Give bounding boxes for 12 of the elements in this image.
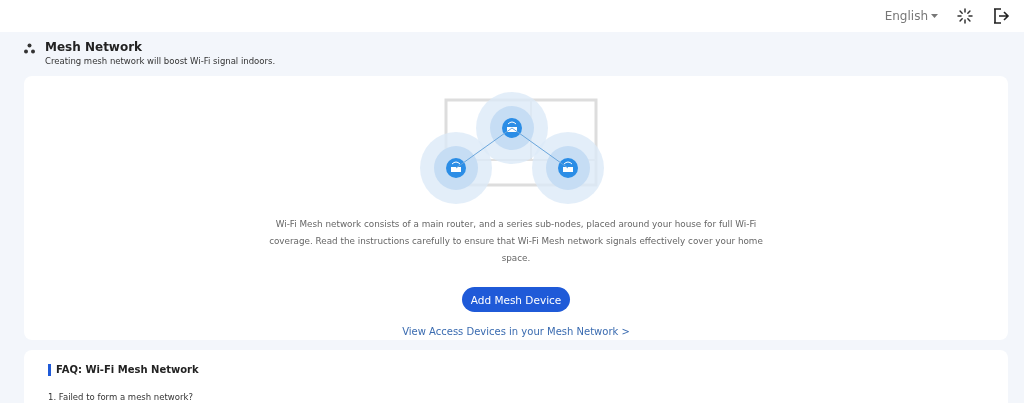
caret-icon [931, 14, 938, 18]
page-subtitle: Creating mesh network will boost Wi-Fi signal indoors. [45, 56, 276, 66]
logout-icon[interactable] [992, 7, 1010, 25]
view-access-devices-link[interactable]: View Access Devices in your Mesh Network > [402, 326, 630, 337]
faq-item[interactable]: 1. Failed to form a mesh network? [48, 392, 193, 402]
page-title: Mesh Network [45, 40, 144, 54]
description-text: Wi-Fi Mesh network consists of a main router, and a series sub-nodes, placed around your house for full Wi-Fi coverage. Read the instructions carefully to ensure that Wi-Fi Mesh network signals effectively cover your home space. [268, 218, 764, 265]
faq-title: FAQ: Wi-Fi Mesh Network [48, 364, 199, 376]
mesh-icon [24, 43, 35, 54]
add-mesh-device-button[interactable]: Add Mesh Device [462, 287, 570, 312]
language-selector[interactable]: English [884, 9, 938, 23]
loading-spinner-icon [956, 7, 974, 25]
